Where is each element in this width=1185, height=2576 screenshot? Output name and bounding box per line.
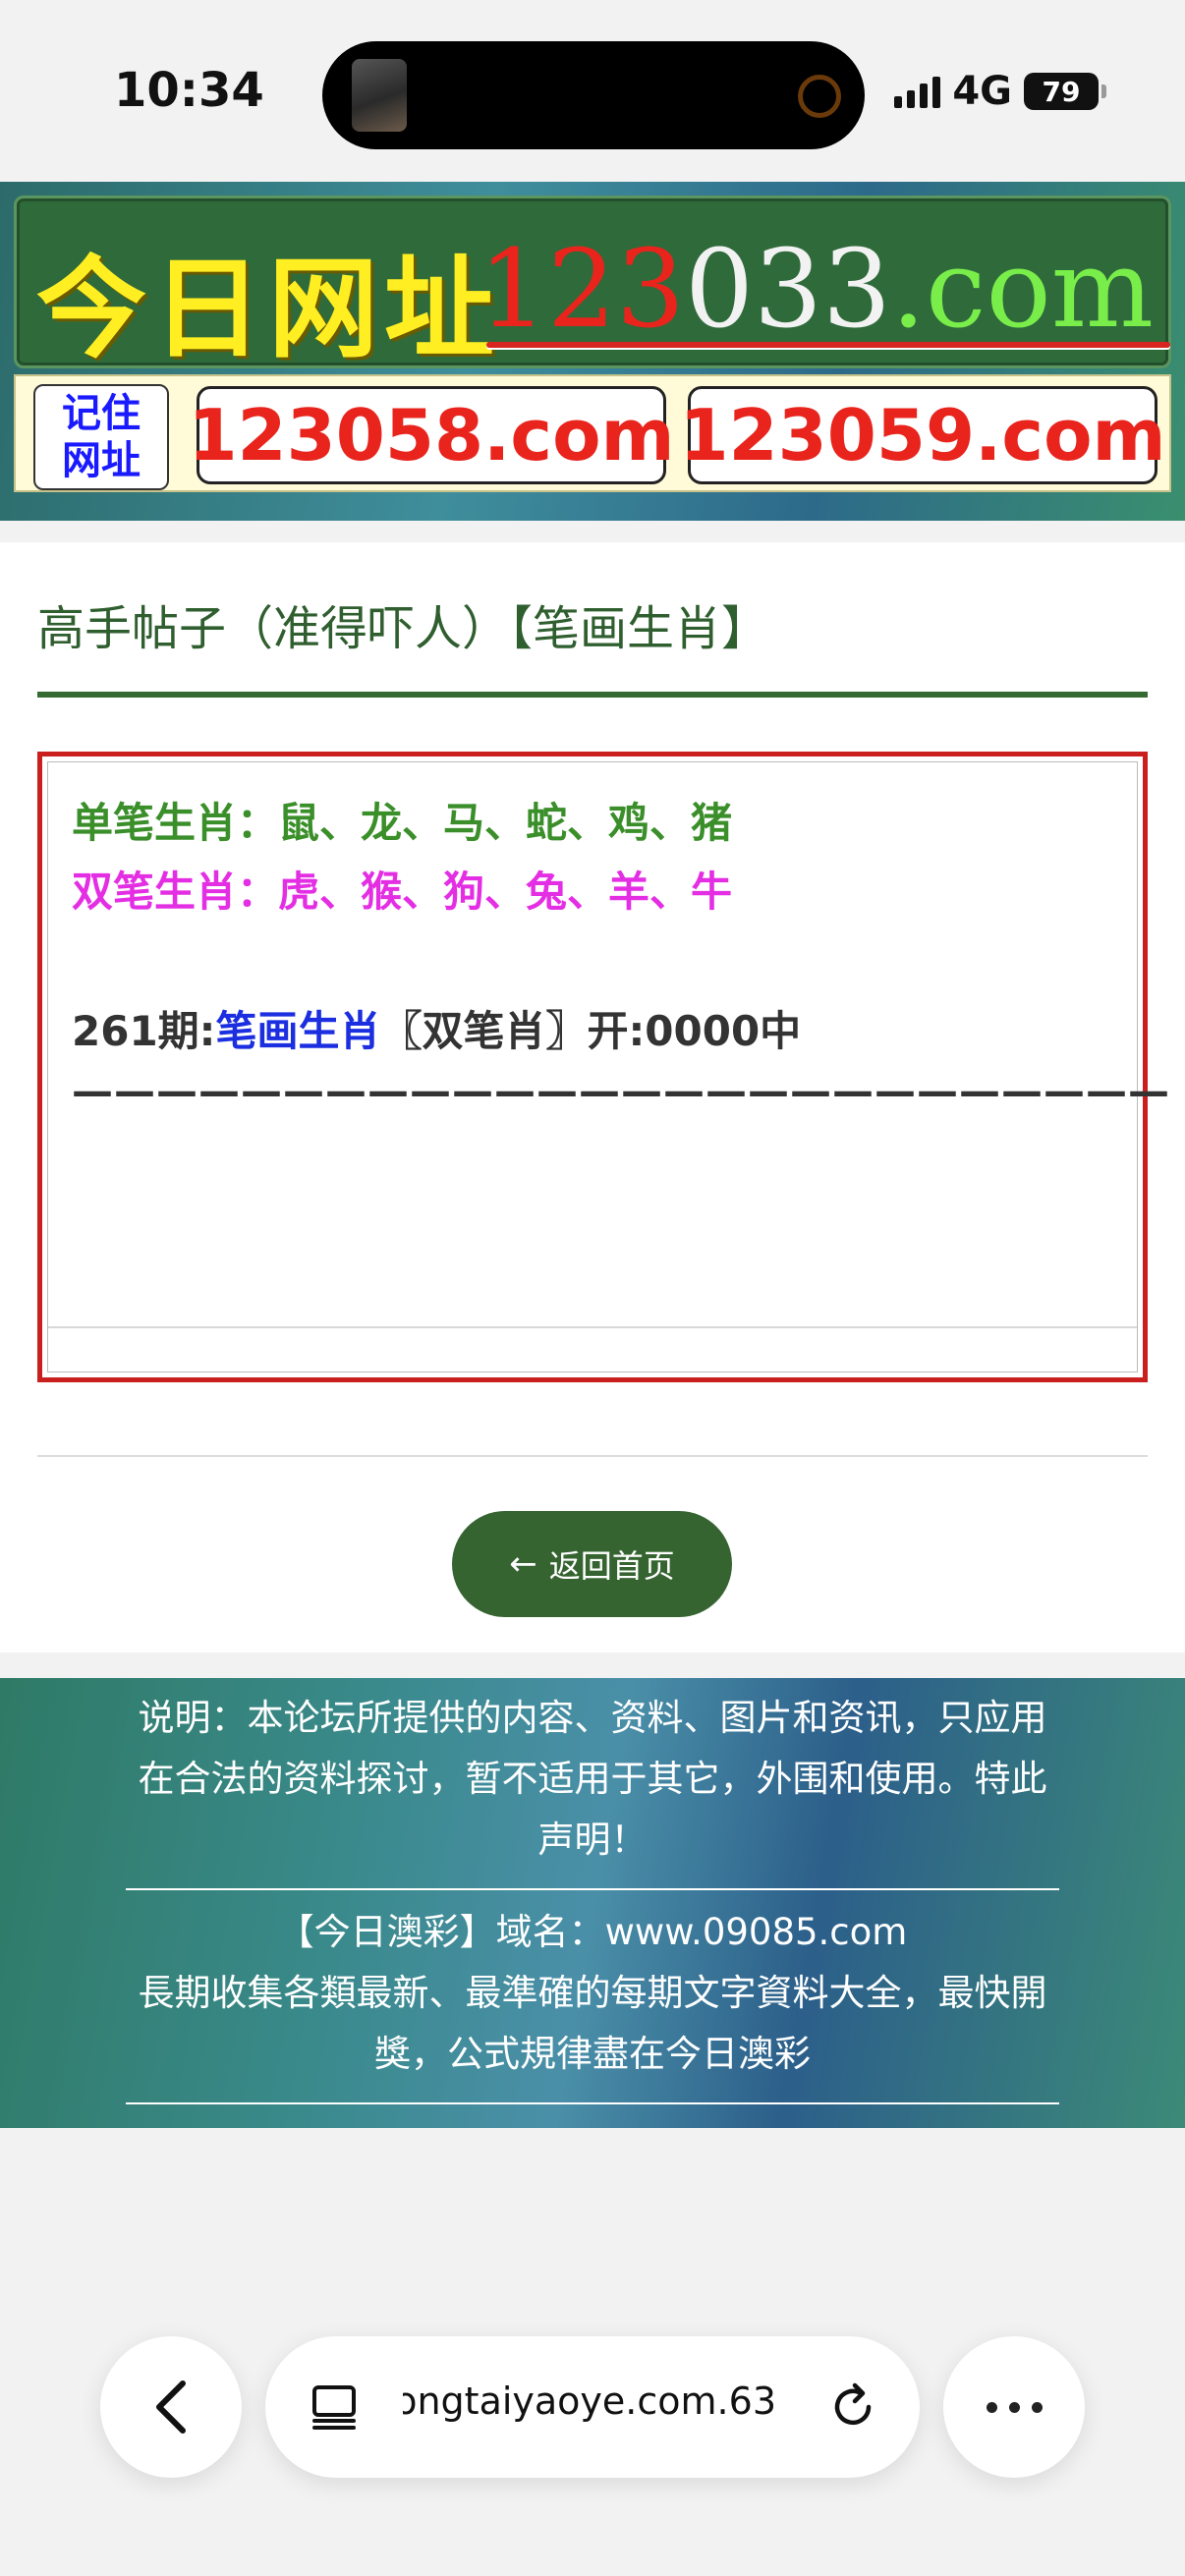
status-bar: 10:34 4G 79 xyxy=(0,0,1185,182)
footer-domain-line: 【今日澳彩】域名：www.09085.com xyxy=(277,1911,908,1953)
post-card: 高手帖子（准得吓人）【笔画生肖】 单笔生肖：鼠、龙、马、蛇、鸡、猪 双笔生肖：虎… xyxy=(0,542,1185,1652)
site-banner[interactable]: 今日网址 123033.com 记住 网址 123058.com 123059.… xyxy=(0,182,1185,521)
tabs-icon[interactable] xyxy=(309,2381,360,2433)
alt-domain-link-2[interactable]: 123059.com xyxy=(679,386,1166,484)
site-footer: 说明：本论坛所提供的内容、资料、图片和资讯，只应用在合法的资料探讨，暂不适用于其… xyxy=(0,1678,1185,2128)
footer-description: 長期收集各類最新、最準確的每期文字資料大全，最快開獎，公式規律盡在今日澳彩 xyxy=(138,1972,1047,2075)
issue-line: 261期:笔画生肖〖双笔肖〗开:0000中 xyxy=(72,998,801,1058)
back-home-label: 返回首页 xyxy=(548,1547,675,1585)
remember-line-2: 网址 xyxy=(62,438,141,483)
content-footer-divider xyxy=(48,1326,1137,1328)
status-time: 10:34 xyxy=(114,63,264,118)
browser-back-button[interactable] xyxy=(100,2336,242,2478)
banner-domain: 123033.com xyxy=(479,226,1154,352)
status-indicators: 4G 79 xyxy=(894,69,1106,114)
address-bar[interactable]: 63.longtaiyaoye.com xyxy=(265,2336,920,2478)
footer-divider-2 xyxy=(126,2102,1059,2104)
url-text[interactable]: 63.longtaiyaoye.com xyxy=(403,2380,776,2423)
post-content-inner: 单笔生肖：鼠、龙、马、蛇、鸡、猪 双笔生肖：虎、猴、狗、兔、羊、牛 261期:笔… xyxy=(47,761,1169,1372)
back-home-button[interactable]: ← 返回首页 xyxy=(452,1511,732,1617)
remember-line-1: 记住 xyxy=(62,391,141,436)
domain-part-green: .com xyxy=(890,226,1155,352)
dynamic-island xyxy=(322,41,865,149)
battery-icon: 79 xyxy=(1024,73,1106,110)
issue-prefix: 261期: xyxy=(72,1007,216,1055)
title-divider xyxy=(37,692,1148,698)
signal-icon xyxy=(894,75,941,108)
issue-suffix: 〖双笔肖〗开:0000中 xyxy=(380,1007,802,1055)
section-divider xyxy=(37,1455,1148,1457)
now-playing-thumbnail xyxy=(352,59,407,132)
network-label: 4G xyxy=(952,69,1012,114)
banner-title: 今日网址 xyxy=(36,246,500,373)
arrow-left-icon: ← xyxy=(509,1544,537,1584)
footer-notice: 说明：本论坛所提供的内容、资料、图片和资讯，只应用在合法的资料探讨，暂不适用于其… xyxy=(138,1697,1047,1861)
more-icon-dot xyxy=(1008,2401,1020,2413)
banner-alt-domains: 记住 网址 123058.com 123059.com xyxy=(14,374,1171,492)
alt-domain-link-1[interactable]: 123058.com xyxy=(188,386,675,484)
domain-part-white: 033 xyxy=(684,226,891,352)
reload-icon[interactable] xyxy=(825,2380,880,2435)
issue-link[interactable]: 笔画生肖 xyxy=(215,1007,380,1055)
remember-badge: 记住 网址 xyxy=(33,384,169,490)
double-stroke-line: 双笔生肖：虎、猴、狗、兔、羊、牛 xyxy=(72,868,733,916)
more-icon-dot xyxy=(1031,2401,1043,2413)
post-title: 高手帖子（准得吓人）【笔画生肖】 xyxy=(37,601,769,656)
banner-underline xyxy=(486,342,1170,348)
banner-headline[interactable]: 今日网址 123033.com xyxy=(14,196,1171,373)
activity-ring-icon xyxy=(798,75,841,118)
footer-divider-1 xyxy=(126,1888,1059,1890)
post-content-box: 单笔生肖：鼠、龙、马、蛇、鸡、猪 双笔生肖：虎、猴、狗、兔、羊、牛 261期:笔… xyxy=(37,752,1169,1382)
chevron-left-icon xyxy=(156,2380,186,2434)
single-stroke-line: 单笔生肖：鼠、龙、马、蛇、鸡、猪 xyxy=(72,799,733,847)
more-button[interactable] xyxy=(943,2336,1085,2478)
domain-part-red: 123 xyxy=(479,226,685,352)
battery-level: 79 xyxy=(1024,73,1099,110)
dash-divider: —————————————————————————— xyxy=(72,1067,1170,1115)
more-icon-dot xyxy=(986,2401,997,2413)
